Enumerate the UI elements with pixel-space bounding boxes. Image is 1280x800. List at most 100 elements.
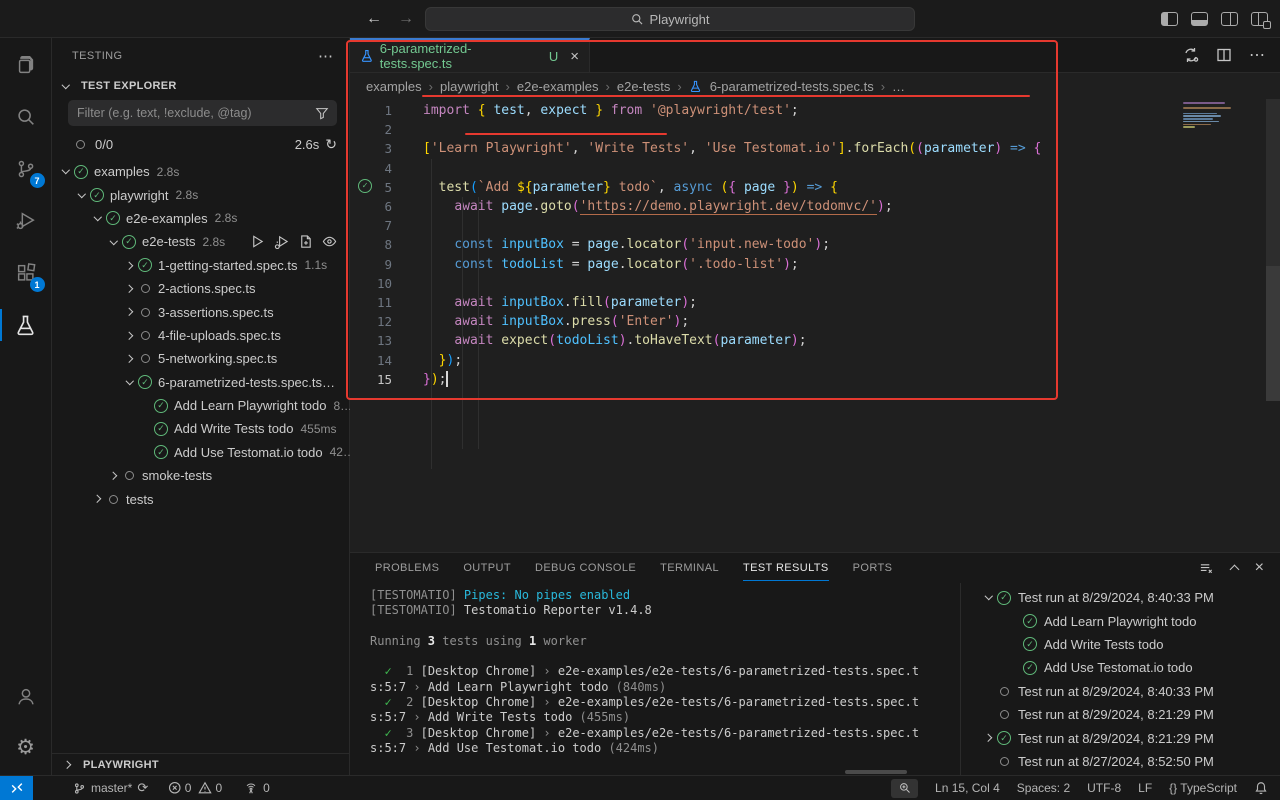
- cursor-position[interactable]: Ln 15, Col 4: [935, 781, 1000, 795]
- breadcrumb-item[interactable]: playwright: [440, 79, 499, 94]
- test-result-item[interactable]: ✓Test run at 8/29/2024, 8:40:33 PM: [961, 586, 1280, 609]
- editor-more-actions-icon[interactable]: ⋯: [1249, 45, 1266, 65]
- watch-tests-icon[interactable]: [322, 234, 337, 249]
- test-tree-item[interactable]: ✓6-parametrized-tests.spec.ts…: [52, 371, 349, 394]
- explorer-icon[interactable]: [0, 40, 52, 90]
- test-result-item[interactable]: ✓Add Learn Playwright todo: [961, 609, 1280, 632]
- chevron-down-icon[interactable]: [74, 194, 90, 197]
- git-branch-status[interactable]: master* ⟳: [73, 780, 148, 796]
- test-result-item[interactable]: ✓Test run at 8/29/2024, 8:21:29 PM: [961, 726, 1280, 749]
- run-test-icon[interactable]: [250, 234, 265, 249]
- split-editor-icon[interactable]: [1216, 47, 1232, 63]
- chevron-down-icon[interactable]: [58, 170, 74, 173]
- test-filter-input[interactable]: [77, 106, 315, 120]
- panel-tab-output[interactable]: OUTPUT: [463, 555, 511, 581]
- test-tree-item[interactable]: 4-file-uploads.spec.ts: [52, 324, 349, 347]
- testing-view-icon[interactable]: [0, 300, 52, 350]
- breadcrumb-file[interactable]: 6-parametrized-tests.spec.ts: [710, 79, 874, 94]
- toggle-panel-icon[interactable]: [1191, 12, 1208, 26]
- maximize-panel-icon[interactable]: [1229, 565, 1239, 575]
- terminal-output[interactable]: [TESTOMATIO] Pipes: No pipes enabled[TES…: [350, 583, 960, 775]
- refresh-tests-icon[interactable]: ↻: [325, 136, 337, 153]
- chevron-right-icon[interactable]: [90, 496, 106, 502]
- sidebar-more-actions-icon[interactable]: ⋯: [318, 47, 335, 65]
- chevron-down-icon[interactable]: [981, 596, 997, 599]
- chevron-down-icon[interactable]: [106, 241, 122, 244]
- close-panel-icon[interactable]: ×: [1255, 559, 1264, 577]
- forward-arrow-icon[interactable]: →: [398, 10, 414, 28]
- source-control-icon[interactable]: 7: [0, 144, 52, 194]
- test-tree-item[interactable]: tests: [52, 487, 349, 510]
- open-changes-icon[interactable]: [1183, 47, 1199, 63]
- editor-scrollbar-thumb[interactable]: [1266, 266, 1280, 401]
- toggle-secondary-sidebar-icon[interactable]: [1221, 12, 1238, 26]
- test-tree-item[interactable]: 3-assertions.spec.ts: [52, 300, 349, 323]
- test-tree-item[interactable]: ✓e2e-examples2.8s: [52, 207, 349, 230]
- test-result-item[interactable]: ✕: [961, 773, 1280, 775]
- test-filter-box[interactable]: [68, 100, 337, 126]
- search-view-icon[interactable]: [0, 92, 52, 142]
- breadcrumbs[interactable]: examples›playwright›e2e-examples›e2e-tes…: [350, 73, 1280, 99]
- toggle-sidebar-icon[interactable]: [1161, 12, 1178, 26]
- remote-indicator[interactable]: [0, 776, 33, 800]
- notifications-bell-icon[interactable]: [1254, 781, 1268, 795]
- breadcrumb-item[interactable]: e2e-tests: [617, 79, 670, 94]
- language-status[interactable]: {} TypeScript: [1169, 781, 1237, 795]
- encoding-status[interactable]: UTF-8: [1087, 781, 1121, 795]
- editor-tab[interactable]: 6-parametrized-tests.spec.ts U ×: [350, 38, 590, 72]
- indentation-status[interactable]: Spaces: 2: [1017, 781, 1070, 795]
- chevron-right-icon[interactable]: [122, 309, 138, 315]
- test-explorer-header[interactable]: TEST EXPLORER: [81, 80, 177, 92]
- chevron-right-icon[interactable]: [106, 473, 122, 479]
- test-tree-item[interactable]: ✓Add Use Testomat.io todo42…: [52, 441, 349, 464]
- test-tree-item[interactable]: ✓playwright2.8s: [52, 183, 349, 206]
- chevron-right-icon[interactable]: [122, 263, 138, 269]
- test-tree-item[interactable]: ✓e2e-tests2.8s: [52, 230, 349, 253]
- breadcrumb-overflow[interactable]: …: [892, 79, 905, 94]
- breadcrumb-item[interactable]: e2e-examples: [517, 79, 599, 94]
- chevron-down-icon[interactable]: [90, 217, 106, 220]
- problems-status[interactable]: 0 0: [168, 781, 222, 795]
- accounts-icon[interactable]: [0, 677, 52, 717]
- test-result-item[interactable]: Test run at 8/29/2024, 8:40:33 PM: [961, 680, 1280, 703]
- test-result-item[interactable]: ✓Add Use Testomat.io todo: [961, 656, 1280, 679]
- go-to-test-icon[interactable]: [298, 234, 313, 249]
- panel-tab-problems[interactable]: PROBLEMS: [375, 555, 439, 581]
- test-tree-item[interactable]: ✓1-getting-started.spec.ts1.1s: [52, 254, 349, 277]
- settings-gear-icon[interactable]: ⚙: [0, 727, 52, 767]
- test-tree-item[interactable]: ✓Add Learn Playwright todo8…: [52, 394, 349, 417]
- run-debug-icon[interactable]: [0, 196, 52, 246]
- editor-scrollbar[interactable]: [1266, 99, 1280, 266]
- extensions-icon[interactable]: 1: [0, 248, 52, 298]
- test-pass-gutter-icon[interactable]: ✓: [358, 179, 372, 193]
- test-tree-item[interactable]: 5-networking.spec.ts: [52, 347, 349, 370]
- customize-layout-icon[interactable]: [1251, 12, 1268, 26]
- forwarded-ports-status[interactable]: 0: [244, 781, 270, 795]
- eol-status[interactable]: LF: [1138, 781, 1152, 795]
- panel-tab-terminal[interactable]: TERMINAL: [660, 555, 719, 581]
- panel-tab-ports[interactable]: PORTS: [853, 555, 893, 581]
- code-editor[interactable]: 1import { test, expect } from '@playwrig…: [350, 99, 1280, 552]
- panel-tab-test-results[interactable]: TEST RESULTS: [743, 555, 829, 581]
- debug-test-icon[interactable]: [274, 234, 289, 249]
- section-chevron-icon[interactable]: [58, 85, 74, 88]
- chevron-right-icon[interactable]: [122, 356, 138, 362]
- clear-output-icon[interactable]: [1199, 561, 1214, 576]
- playwright-section[interactable]: PLAYWRIGHT: [52, 753, 349, 775]
- tab-close-icon[interactable]: ×: [570, 48, 579, 65]
- chevron-down-icon[interactable]: [122, 381, 138, 384]
- minimap[interactable]: [1183, 102, 1233, 129]
- test-tree-item[interactable]: smoke-tests: [52, 464, 349, 487]
- panel-tab-debug-console[interactable]: DEBUG CONSOLE: [535, 555, 636, 581]
- filter-funnel-icon[interactable]: [315, 106, 329, 120]
- breadcrumb-item[interactable]: examples: [366, 79, 422, 94]
- test-result-item[interactable]: Test run at 8/29/2024, 8:21:29 PM: [961, 703, 1280, 726]
- command-center-search[interactable]: Playwright: [425, 7, 915, 31]
- test-tree-item[interactable]: 2-actions.spec.ts: [52, 277, 349, 300]
- test-tree-item[interactable]: ✓examples2.8s: [52, 160, 349, 183]
- zoom-indicator[interactable]: [891, 779, 918, 798]
- chevron-right-icon[interactable]: [981, 735, 997, 741]
- test-tree-item[interactable]: ✓Add Write Tests todo455ms: [52, 417, 349, 440]
- back-arrow-icon[interactable]: ←: [366, 10, 382, 28]
- terminal-horizontal-scrollbar[interactable]: [845, 770, 907, 774]
